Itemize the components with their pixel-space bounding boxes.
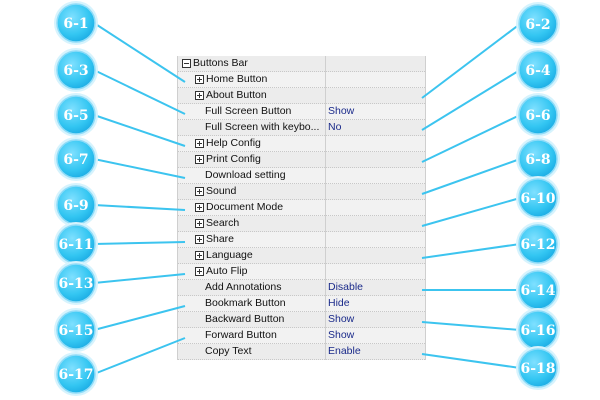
callout-leader-line (93, 305, 186, 331)
callout-label: 6-15 (58, 323, 93, 339)
callout-leader-line (421, 158, 521, 195)
callout-label: 6-17 (58, 367, 93, 383)
callout-label: 6-10 (520, 191, 555, 207)
callout-leader-line (421, 353, 521, 369)
callout-label: 6-7 (63, 152, 88, 168)
callout-label: 6-2 (525, 17, 550, 33)
callout-label: 6-8 (525, 152, 550, 168)
callout-label: 6-6 (525, 108, 550, 124)
callout-label: 6-5 (63, 108, 88, 124)
callout-label: 6-16 (520, 323, 555, 339)
callout-label: 6-9 (63, 198, 88, 214)
callout-leader-line (421, 197, 521, 227)
callout-leader-line (93, 241, 186, 245)
callout-leader-line (421, 243, 521, 259)
callout-leader-line (421, 321, 521, 331)
callout-leader-line (93, 158, 186, 179)
callout-label: 6-11 (58, 237, 93, 253)
callout-leader-line (93, 114, 186, 147)
callout-leader-line (93, 204, 186, 211)
callout-leader-line (93, 337, 186, 375)
callout-label: 6-1 (63, 16, 88, 32)
callout-leader-line (93, 273, 186, 284)
callout-layer: 6-1 6-2 6-3 6-4 6-5 6-6 6-7 6-8 6-9 6-10 6-11 6-12 6… (54, 1, 560, 396)
callout-label: 6-14 (520, 283, 555, 299)
callout-leader-line (93, 22, 186, 83)
callout-label: 6-4 (525, 63, 551, 79)
callout-label: 6-18 (520, 361, 555, 377)
diagram-stage: Buttons Bar Home Button About Button Full S… (0, 0, 600, 400)
callout-leader-line (421, 23, 521, 99)
callout-label: 6-3 (63, 63, 88, 79)
callout-label: 6-13 (58, 276, 93, 292)
callout-leader-line (93, 69, 186, 115)
callout-label: 6-12 (520, 237, 555, 253)
